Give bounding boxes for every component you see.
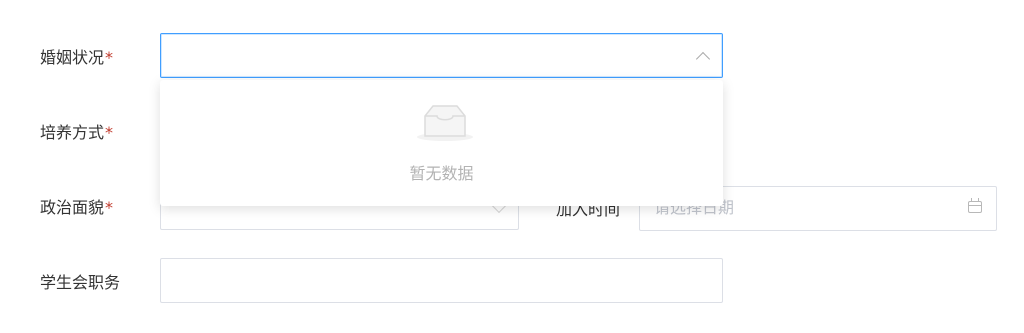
required-mark: * xyxy=(105,48,114,67)
training-mode-label: 培养方式* xyxy=(40,123,113,143)
calendar-icon xyxy=(968,198,982,213)
chevron-up-icon xyxy=(695,51,711,66)
select-dropdown-panel: 暂无数据 xyxy=(160,80,723,206)
student-union-position-label: 学生会职务 xyxy=(40,273,121,292)
cropped-helper-text xyxy=(160,0,800,4)
required-mark: * xyxy=(105,198,114,217)
political-status-label: 政治面貌* xyxy=(40,198,113,218)
political-status-label-text: 政治面貌 xyxy=(40,198,105,217)
student-union-position-input[interactable] xyxy=(160,258,723,303)
training-mode-label-text: 培养方式 xyxy=(40,123,105,142)
marital-status-label: 婚姻状况* xyxy=(40,48,113,68)
marital-status-label-text: 婚姻状况 xyxy=(40,48,105,67)
marital-status-select[interactable] xyxy=(160,33,723,78)
required-mark: * xyxy=(105,123,114,142)
inbox-empty-icon xyxy=(417,105,473,141)
empty-data-text: 暂无数据 xyxy=(409,164,474,183)
